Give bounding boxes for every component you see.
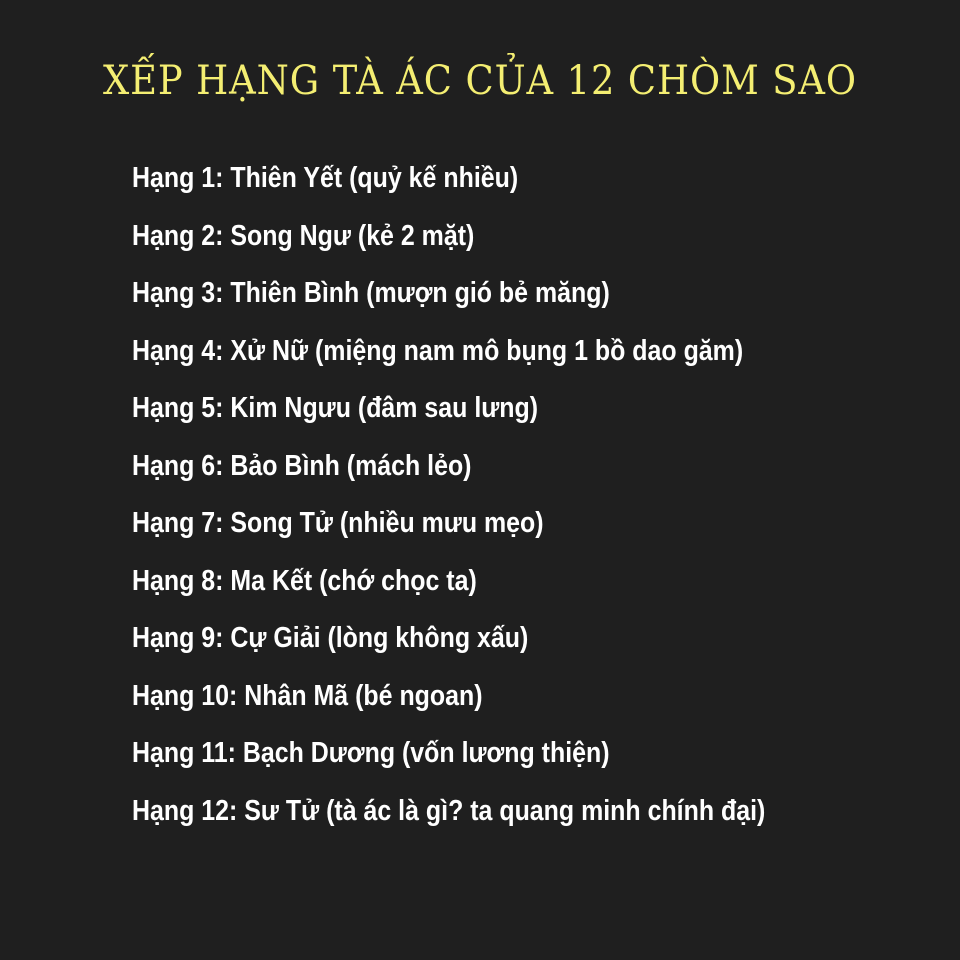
zodiac-ranking-poster: XẾP HẠNG TÀ ÁC CỦA 12 CHÒM SAO Hạng 1: T… — [0, 0, 960, 960]
ranking-item-8: Hạng 8: Ma Kết (chớ chọc ta) — [132, 564, 477, 597]
ranking-item-12: Hạng 12: Sư Tử (tà ác là gì? ta quang mi… — [132, 794, 766, 827]
ranking-item-2: Hạng 2: Song Ngư (kẻ 2 mặt) — [132, 219, 475, 252]
ranking-item-4: Hạng 4: Xử Nữ (miệng nam mô bụng 1 bồ da… — [132, 334, 744, 367]
ranking-item-5: Hạng 5: Kim Ngưu (đâm sau lưng) — [132, 392, 539, 424]
ranking-item-11: Hạng 11: Bạch Dương (vốn lương thiện) — [132, 737, 610, 769]
ranking-item-6: Hạng 6: Bảo Bình (mách lẻo) — [132, 449, 472, 482]
ranking-item-3: Hạng 3: Thiên Bình (mượn gió bẻ măng) — [132, 277, 610, 309]
poster-title: XẾP HẠNG TÀ ÁC CỦA 12 CHÒM SAO — [102, 58, 858, 104]
ranking-item-7: Hạng 7: Song Tử (nhiều mưu mẹo) — [132, 507, 544, 539]
ranking-item-1: Hạng 1: Thiên Yết (quỷ kế nhiều) — [132, 162, 519, 194]
ranking-item-10: Hạng 10: Nhân Mã (bé ngoan) — [132, 679, 483, 712]
ranking-list: Hạng 1: Thiên Yết (quỷ kế nhiều) Hạng 2:… — [132, 150, 868, 840]
ranking-item-9: Hạng 9: Cự Giải (lòng không xấu) — [132, 622, 529, 654]
